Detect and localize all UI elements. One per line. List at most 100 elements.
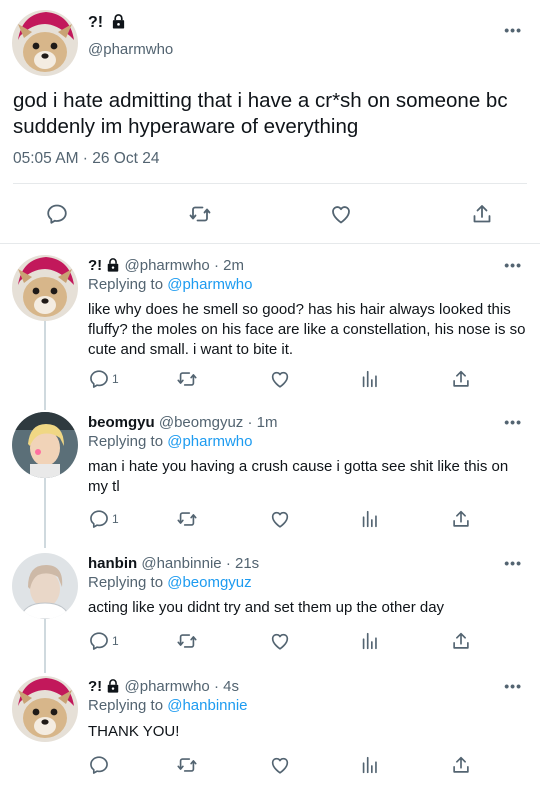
relative-time[interactable]: · 1m bbox=[247, 414, 277, 431]
lock-icon bbox=[111, 14, 126, 29]
retweet-button[interactable] bbox=[176, 630, 198, 652]
like-icon bbox=[269, 508, 291, 530]
reply-text: like why does he smell so good? has his … bbox=[88, 301, 526, 358]
reply-button[interactable]: 1 bbox=[88, 630, 119, 652]
stats-button[interactable] bbox=[359, 508, 381, 530]
like-icon bbox=[269, 368, 291, 390]
handle[interactable]: @pharmwho bbox=[125, 678, 210, 695]
reply-icon bbox=[88, 754, 110, 776]
retweet-button[interactable] bbox=[176, 508, 198, 530]
dog-avatar-image bbox=[12, 255, 78, 321]
stats-icon bbox=[359, 754, 381, 776]
reply-button[interactable]: 1 bbox=[88, 508, 119, 530]
display-name[interactable]: ?! bbox=[88, 257, 102, 274]
more-options-icon[interactable]: ••• bbox=[504, 257, 522, 273]
like-button[interactable] bbox=[269, 754, 291, 776]
tweet-text: god i hate admitting that i have a cr*sh… bbox=[13, 89, 508, 138]
avatar[interactable] bbox=[12, 553, 78, 619]
avatar[interactable] bbox=[12, 412, 78, 478]
like-button[interactable] bbox=[269, 508, 291, 530]
replying-label: Replying to bbox=[88, 574, 164, 591]
more-options-icon[interactable]: ••• bbox=[504, 414, 522, 430]
like-button[interactable] bbox=[329, 202, 353, 226]
reply-icon bbox=[45, 202, 69, 226]
handle[interactable]: @beomgyuz bbox=[159, 414, 243, 431]
reply-tweet[interactable]: hanbin @hanbinnie · 21s ••• Replying to … bbox=[0, 553, 540, 663]
timestamp[interactable]: 05:05 AM · 26 Oct 24 bbox=[13, 150, 159, 168]
stats-icon bbox=[359, 630, 381, 652]
reply-text: man i hate you having a crush cause i go… bbox=[88, 458, 509, 495]
replying-to: Replying to @pharmwho bbox=[88, 433, 252, 450]
more-options-icon[interactable]: ••• bbox=[504, 22, 522, 38]
display-name[interactable]: hanbin bbox=[88, 555, 137, 572]
retweet-button[interactable] bbox=[188, 202, 212, 226]
reply-icon bbox=[88, 368, 110, 390]
person-avatar-image bbox=[12, 412, 78, 478]
retweet-icon bbox=[176, 754, 198, 776]
reply-tweet[interactable]: ?! @pharmwho · 4s ••• Replying to @hanbi… bbox=[0, 676, 540, 786]
divider bbox=[0, 243, 540, 244]
stats-icon bbox=[359, 368, 381, 390]
display-name[interactable]: ?! bbox=[88, 14, 103, 31]
more-options-icon[interactable]: ••• bbox=[504, 555, 522, 571]
reply-tweet[interactable]: beomgyu @beomgyuz · 1m ••• Replying to @… bbox=[0, 412, 540, 537]
replying-label: Replying to bbox=[88, 433, 164, 450]
avatar[interactable] bbox=[12, 676, 78, 742]
replying-to-link[interactable]: @beomgyuz bbox=[167, 574, 251, 591]
like-icon bbox=[329, 202, 353, 226]
lock-icon bbox=[106, 679, 120, 693]
retweet-button[interactable] bbox=[176, 754, 198, 776]
share-icon bbox=[450, 754, 472, 776]
stats-icon bbox=[359, 508, 381, 530]
retweet-icon bbox=[188, 202, 212, 226]
replying-to: Replying to @pharmwho bbox=[88, 276, 252, 293]
stats-button[interactable] bbox=[359, 754, 381, 776]
relative-time[interactable]: · 4s bbox=[214, 678, 239, 695]
share-button[interactable] bbox=[450, 508, 472, 530]
avatar[interactable] bbox=[12, 255, 78, 321]
share-button[interactable] bbox=[450, 368, 472, 390]
dog-avatar-image bbox=[12, 676, 78, 742]
reply-icon bbox=[88, 630, 110, 652]
lock-icon bbox=[106, 258, 120, 272]
stats-button[interactable] bbox=[359, 368, 381, 390]
replying-to-link[interactable]: @hanbinnie bbox=[167, 697, 247, 714]
like-button[interactable] bbox=[269, 368, 291, 390]
display-name[interactable]: ?! bbox=[88, 678, 102, 695]
person-avatar-image bbox=[12, 553, 78, 619]
like-icon bbox=[269, 630, 291, 652]
share-button[interactable] bbox=[450, 630, 472, 652]
like-button[interactable] bbox=[269, 630, 291, 652]
share-icon bbox=[450, 368, 472, 390]
replying-label: Replying to bbox=[88, 276, 164, 293]
relative-time[interactable]: · 2m bbox=[214, 257, 244, 274]
like-icon bbox=[269, 754, 291, 776]
reply-count: 1 bbox=[112, 634, 119, 648]
share-icon bbox=[470, 202, 494, 226]
reply-text: acting like you didnt try and set them u… bbox=[88, 599, 445, 616]
handle[interactable]: @hanbinnie bbox=[141, 555, 221, 572]
stats-button[interactable] bbox=[359, 630, 381, 652]
replying-to-link[interactable]: @pharmwho bbox=[167, 433, 252, 450]
reply-button[interactable] bbox=[88, 754, 110, 776]
display-name[interactable]: beomgyu bbox=[88, 414, 155, 431]
reply-button[interactable] bbox=[45, 202, 69, 226]
share-button[interactable] bbox=[450, 754, 472, 776]
handle[interactable]: @pharmwho bbox=[88, 41, 173, 58]
retweet-icon bbox=[176, 368, 198, 390]
share-button[interactable] bbox=[470, 202, 494, 226]
replying-to: Replying to @beomgyuz bbox=[88, 574, 252, 591]
divider bbox=[13, 183, 527, 184]
replying-to: Replying to @hanbinnie bbox=[88, 697, 248, 714]
reply-icon bbox=[88, 508, 110, 530]
reply-button[interactable]: 1 bbox=[88, 368, 119, 390]
reply-tweet[interactable]: ?! @pharmwho · 2m ••• Replying to @pharm… bbox=[0, 255, 540, 395]
dog-avatar-image bbox=[12, 10, 78, 76]
avatar[interactable] bbox=[12, 10, 78, 76]
retweet-button[interactable] bbox=[176, 368, 198, 390]
relative-time[interactable]: · 21s bbox=[226, 555, 259, 572]
handle[interactable]: @pharmwho bbox=[125, 257, 210, 274]
more-options-icon[interactable]: ••• bbox=[504, 678, 522, 694]
replying-to-link[interactable]: @pharmwho bbox=[167, 276, 252, 293]
retweet-icon bbox=[176, 630, 198, 652]
